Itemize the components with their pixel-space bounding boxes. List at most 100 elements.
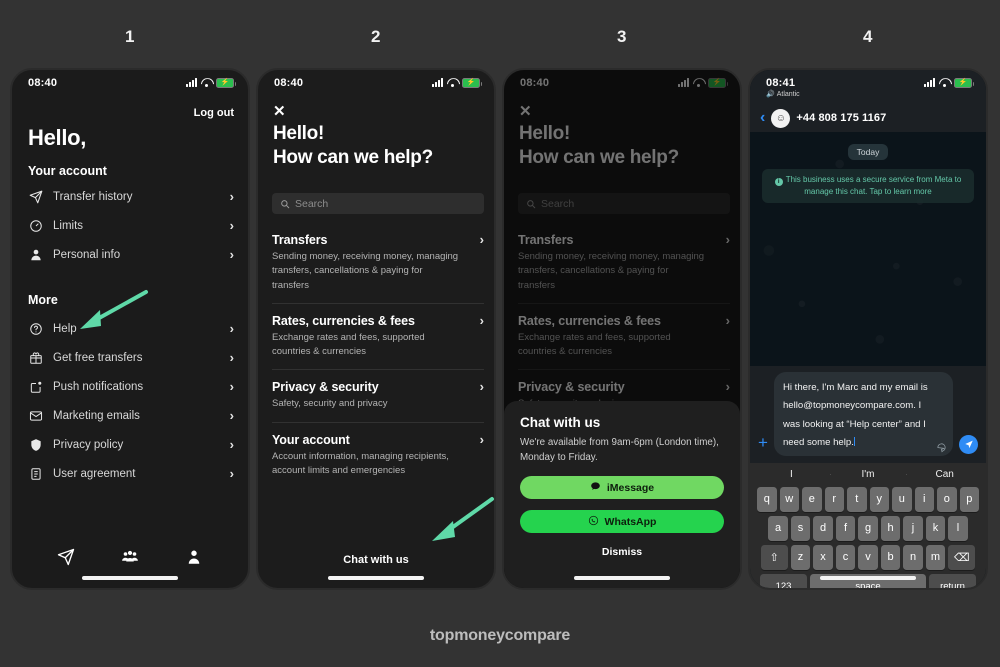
key-u[interactable]: u [892,486,912,512]
topic-rates-currencies-fees[interactable]: Rates, currencies & fees › Exchange rate… [272,304,484,371]
close-icon[interactable]: ✕ [519,104,532,119]
suggestion-1[interactable]: I [753,469,830,480]
search-input[interactable]: Search [518,193,730,214]
shift-key[interactable]: ⇧ [760,544,788,570]
chat-header: ‹ ☺ +44 808 175 1167 [750,104,986,132]
topic-header: Transfers › [272,233,484,247]
log-out-button[interactable]: Log out [194,107,234,119]
attach-plus-icon[interactable]: + [758,434,768,456]
keyboard-row-1: q w e r t y u i o p [753,486,983,512]
carrier-label: 🔊 Atlantic [766,90,800,99]
topic-privacy-security[interactable]: Privacy & security › Safety, security an… [272,370,484,423]
status-bar: 08:40 ⚡ [504,70,740,98]
people-icon[interactable] [120,548,140,566]
chevron-right-icon: › [229,466,234,481]
key-k[interactable]: k [925,515,946,541]
topic-title: Rates, currencies & fees [272,313,415,328]
topic-header: Your account › [272,433,484,447]
avatar[interactable]: ☺ [771,108,791,128]
gauge-icon [28,218,43,233]
meta-security-notice[interactable]: i This business uses a secure service fro… [762,169,974,203]
topic-your-account[interactable]: Your account › Account information, mana… [272,423,484,489]
chevron-right-icon: › [229,408,234,423]
chat-with-us-link[interactable]: Chat with us [258,554,494,566]
topic-transfers: Transfers › Sending money, receiving mon… [518,223,730,304]
key-q[interactable]: q [757,486,777,512]
info-icon: i [774,178,783,187]
suggestion-2[interactable]: I'm [829,469,907,480]
key-g[interactable]: g [858,515,878,541]
screenshot-root: 1 2 3 4 08:40 ⚡ Log out Hello, Your acco… [0,0,1000,667]
close-icon[interactable]: ✕ [273,104,286,119]
wifi-icon [693,78,704,88]
message-input[interactable]: Hi there, I'm Marc and my email is hello… [773,372,953,456]
phone-3-screen: 08:40 ⚡ ✕ Hello! How can we help? Search [504,70,740,588]
key-t[interactable]: t [847,486,867,512]
help-heading-line-2: How can we help? [273,146,433,168]
numbers-key[interactable]: 123 [760,573,807,588]
signal-icon [432,78,443,88]
section-heading-more: More [28,293,58,307]
back-icon[interactable]: ‹ [760,110,765,126]
send-icon [28,189,43,204]
text-caret [853,437,855,447]
status-time: 08:41 [766,77,796,89]
menu-item-push-notifications[interactable]: Push notifications › [12,372,248,401]
key-c[interactable]: c [835,544,856,570]
key-l[interactable]: l [948,515,968,541]
key-n[interactable]: n [903,544,923,570]
search-placeholder: Search [541,197,575,210]
person-icon [28,247,43,262]
signal-icon [186,78,197,88]
key-z[interactable]: z [790,544,811,570]
menu-item-get-free-transfers[interactable]: Get free transfers › [12,343,248,372]
signal-icon [924,78,935,88]
sticker-icon[interactable] [936,440,947,452]
whatsapp-button[interactable]: WhatsApp [520,510,724,533]
key-a[interactable]: a [768,515,788,541]
phone-3-chat-modal: 08:40 ⚡ ✕ Hello! How can we help? Search [502,68,742,590]
key-i[interactable]: i [914,486,934,512]
send-button[interactable] [959,434,978,454]
key-j[interactable]: j [903,515,923,541]
key-e[interactable]: e [802,486,822,512]
search-input[interactable]: Search [272,193,484,214]
status-indicators: ⚡ [432,77,482,88]
key-w[interactable]: w [779,486,799,512]
key-p[interactable]: p [959,486,979,512]
key-r[interactable]: r [824,486,844,512]
key-s[interactable]: s [790,515,811,541]
topic-title: Rates, currencies & fees [518,313,661,328]
key-d[interactable]: d [813,515,833,541]
shield-icon [28,437,43,452]
status-indicators: ⚡ [924,77,974,88]
key-f[interactable]: f [835,515,856,541]
chevron-right-icon: › [479,379,484,395]
suggestion-3[interactable]: Can [906,469,983,480]
key-x[interactable]: x [813,544,833,570]
imessage-button[interactable]: iMessage [520,476,724,499]
key-v[interactable]: v [858,544,878,570]
key-b[interactable]: b [880,544,901,570]
key-h[interactable]: h [880,515,901,541]
menu-item-help[interactable]: Help › [12,314,248,343]
dismiss-button[interactable]: Dismiss [520,546,724,558]
key-m[interactable]: m [925,544,946,570]
person-icon[interactable] [184,548,204,566]
account-menu-list: Transfer history › Limits › Personal inf… [12,182,248,269]
menu-item-user-agreement[interactable]: User agreement › [12,459,248,488]
key-o[interactable]: o [937,486,957,512]
watermark: topmoneycompare [429,627,571,644]
return-key[interactable]: return [929,573,976,588]
topic-transfers[interactable]: Transfers › Sending money, receiving mon… [272,223,484,304]
menu-item-transfer-history[interactable]: Transfer history › [12,182,248,211]
menu-item-limits[interactable]: Limits › [12,211,248,240]
key-y[interactable]: y [869,486,889,512]
step-number-row: 1 2 3 4 [0,0,1000,68]
backspace-key[interactable]: ⌫ [948,544,976,570]
paper-plane-icon[interactable] [56,548,76,566]
menu-item-marketing-emails[interactable]: Marketing emails › [12,401,248,430]
menu-item-personal-info[interactable]: Personal info › [12,240,248,269]
step-number-4: 4 [863,27,873,46]
menu-item-privacy-policy[interactable]: Privacy policy › [12,430,248,459]
